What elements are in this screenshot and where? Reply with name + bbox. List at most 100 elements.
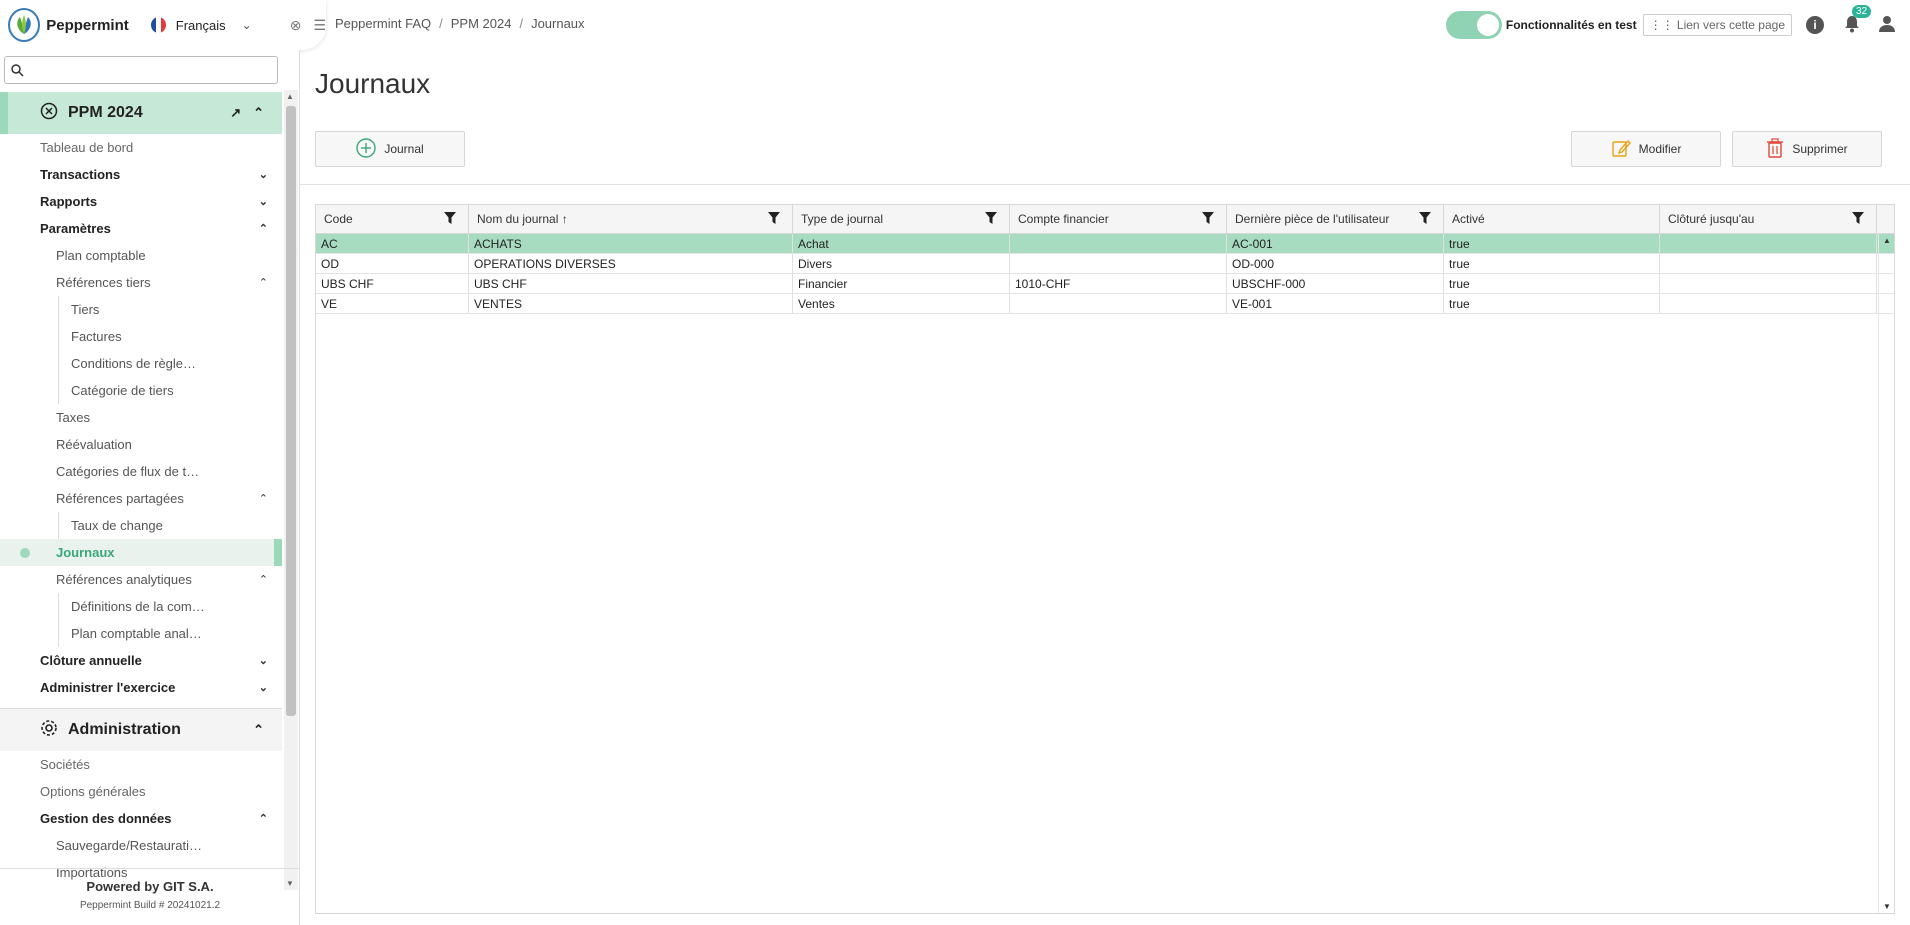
table-row[interactable]: VE VENTES Ventes VE-001 true (316, 294, 1894, 314)
admin-title: Administration (68, 721, 181, 738)
sidebar-item-factures[interactable]: Factures (0, 323, 282, 350)
info-icon[interactable]: i (1806, 16, 1824, 34)
sidebar-item-conditions-de-regle[interactable]: Conditions de règle… (0, 350, 282, 377)
close-circle-icon[interactable] (40, 102, 58, 125)
sidebar-item-categorie-de-tiers[interactable]: Catégorie de tiers (0, 377, 282, 404)
filter-icon[interactable] (1419, 212, 1431, 227)
link-to-page-button[interactable]: ⋮⋮ Lien vers cette page (1642, 14, 1792, 36)
table-row[interactable]: UBS CHF UBS CHF Financier 1010-CHF UBSCHF-00… (316, 274, 1894, 294)
sidebar-item-plan-comptable[interactable]: Plan comptable (0, 242, 282, 269)
edit-button[interactable]: Modifier (1571, 131, 1721, 167)
sidebar-item-tiers[interactable]: Tiers (0, 296, 282, 323)
menu-icon[interactable]: ☰ (313, 17, 326, 34)
sidebar-item-parametres[interactable]: Paramètres ⌃ (0, 215, 282, 242)
table-row[interactable]: AC ACHATS Achat AC-001 true (316, 234, 1894, 254)
sidebar-item-administrer-l-exercice[interactable]: Administrer l'exercice ⌄ (0, 674, 282, 701)
sidebar-item-label: Catégorie de tiers (71, 383, 174, 398)
filter-icon[interactable] (1852, 212, 1864, 227)
table-cell: OD-000 (1227, 254, 1444, 273)
sidebar-item-tableau-de-bord[interactable]: Tableau de bord (0, 134, 282, 161)
scroll-up-icon[interactable]: ▲ (1883, 236, 1891, 245)
chevron-down-icon[interactable]: ⌄ (259, 168, 268, 181)
sidebar-item-gestion-des-donnees[interactable]: Gestion des données ⌃ (0, 805, 282, 832)
table-cell: VE-001 (1227, 294, 1444, 313)
grid-scrollbar[interactable]: ▲ ▼ (1878, 234, 1894, 913)
sidebar-item-journaux[interactable]: Journaux (0, 539, 282, 566)
table-cell: VE (316, 294, 469, 313)
sidebar-item-rapports[interactable]: Rapports ⌄ (0, 188, 282, 215)
table-cell (1660, 234, 1877, 253)
language-selector[interactable]: Français (176, 18, 226, 33)
add-journal-button[interactable]: Journal (315, 131, 465, 167)
sidebar-scrollbar[interactable]: ▲ ▼ (284, 90, 298, 890)
sidebar-item-references-tiers[interactable]: Références tiers ⌃ (0, 269, 282, 296)
edit-icon (1611, 138, 1631, 161)
sidebar-section-administration[interactable]: Administration ⌃ (0, 709, 282, 751)
sidebar-item-label: Options générales (40, 784, 146, 799)
gear-icon (40, 719, 58, 742)
chevron-up-icon[interactable]: ⌃ (259, 492, 268, 505)
column-header-nom-du-journal[interactable]: Nom du journal ↑ (469, 205, 793, 233)
chevron-down-icon[interactable]: ⌄ (242, 18, 252, 32)
sidebar-item-sauvegarde-restaurati[interactable]: Sauvegarde/Restaurati… (0, 832, 282, 859)
filter-icon[interactable] (1202, 212, 1214, 227)
scroll-up-icon[interactable]: ▲ (286, 92, 294, 101)
bell-icon[interactable]: 32 (1844, 4, 1872, 36)
chevron-up-icon[interactable]: ⌃ (259, 812, 268, 825)
sidebar-item-plan-comptable-anal[interactable]: Plan comptable anal… (0, 620, 282, 647)
project-title: PPM 2024 (68, 104, 143, 121)
delete-button[interactable]: Supprimer (1732, 131, 1882, 167)
breadcrumb-separator: / (439, 16, 443, 31)
column-header-compte-financier[interactable]: Compte financier (1010, 205, 1227, 233)
top-bar: Peppermint Français ⌄ ⊗ ☰ Peppermint FAQ… (0, 0, 1910, 50)
filter-icon[interactable] (985, 212, 997, 227)
column-header-code[interactable]: Code (316, 205, 469, 233)
sidebar-section-project[interactable]: PPM 2024 ↗ ⌃ (0, 92, 282, 134)
table-cell: Ventes (793, 294, 1010, 313)
feature-toggle[interactable] (1445, 11, 1502, 39)
filter-icon[interactable] (768, 212, 780, 227)
sidebar-item-references-partagees[interactable]: Références partagées ⌃ (0, 485, 282, 512)
breadcrumb-item[interactable]: PPM 2024 (451, 16, 512, 31)
chevron-up-icon[interactable]: ⌃ (259, 276, 268, 289)
link-to-page-label: Lien vers cette page (1676, 18, 1785, 32)
peppermint-logo-icon[interactable] (8, 8, 41, 42)
sidebar-item-transactions[interactable]: Transactions ⌄ (0, 161, 282, 188)
table-cell: AC (316, 234, 469, 253)
column-header-type-de-journal[interactable]: Type de journal (793, 205, 1010, 233)
table-row[interactable]: OD OPERATIONS DIVERSES Divers OD-000 true (316, 254, 1894, 274)
sidebar-item-societes[interactable]: Sociétés (0, 751, 282, 778)
column-header-derniere-piece-de-l-utilisateur[interactable]: Dernière pièce de l'utilisateur (1227, 205, 1444, 233)
sidebar-scroll-thumb[interactable] (286, 106, 296, 716)
table-cell: true (1444, 234, 1660, 253)
chevron-up-icon[interactable]: ⌃ (259, 573, 268, 586)
column-header-cloture-jusqu-au[interactable]: Clôturé jusqu'au (1660, 205, 1877, 233)
close-circle-icon[interactable]: ⊗ (290, 17, 302, 34)
chevron-down-icon[interactable]: ⌄ (259, 195, 268, 208)
sidebar-item-label: Administrer l'exercice (40, 680, 176, 695)
sidebar-item-options-generales[interactable]: Options générales (0, 778, 282, 805)
sidebar-search-input[interactable] (28, 62, 277, 78)
user-icon[interactable] (1878, 15, 1896, 36)
chevron-up-icon[interactable]: ⌃ (253, 722, 264, 738)
external-link-icon[interactable]: ↗ (230, 105, 241, 121)
nav-items: Tableau de bord Transactions ⌄ Rapports ⌄ Par… (0, 134, 282, 701)
table-cell: VENTES (469, 294, 793, 313)
sidebar-item-definitions-de-la-com[interactable]: Définitions de la com… (0, 593, 282, 620)
table-cell (1660, 294, 1877, 313)
filter-icon[interactable] (444, 212, 456, 227)
chevron-down-icon[interactable]: ⌄ (259, 654, 268, 667)
sidebar-item-categories-de-flux-de-t[interactable]: Catégories de flux de t… (0, 458, 282, 485)
sidebar-item-references-analytiques[interactable]: Références analytiques ⌃ (0, 566, 282, 593)
column-header-active[interactable]: Activé (1444, 205, 1660, 233)
sidebar-item-taxes[interactable]: Taxes (0, 404, 282, 431)
sidebar-item-cloture-annuelle[interactable]: Clôture annuelle ⌄ (0, 647, 282, 674)
chevron-up-icon[interactable]: ⌃ (259, 222, 268, 235)
notification-badge: 32 (1852, 4, 1872, 18)
scroll-down-icon[interactable]: ▼ (1883, 902, 1891, 911)
sidebar-item-reevaluation[interactable]: Réévaluation (0, 431, 282, 458)
chevron-up-icon[interactable]: ⌃ (253, 105, 264, 121)
sidebar-item-taux-de-change[interactable]: Taux de change (0, 512, 282, 539)
chevron-down-icon[interactable]: ⌄ (259, 681, 268, 694)
breadcrumb-item[interactable]: Peppermint FAQ (335, 16, 431, 31)
